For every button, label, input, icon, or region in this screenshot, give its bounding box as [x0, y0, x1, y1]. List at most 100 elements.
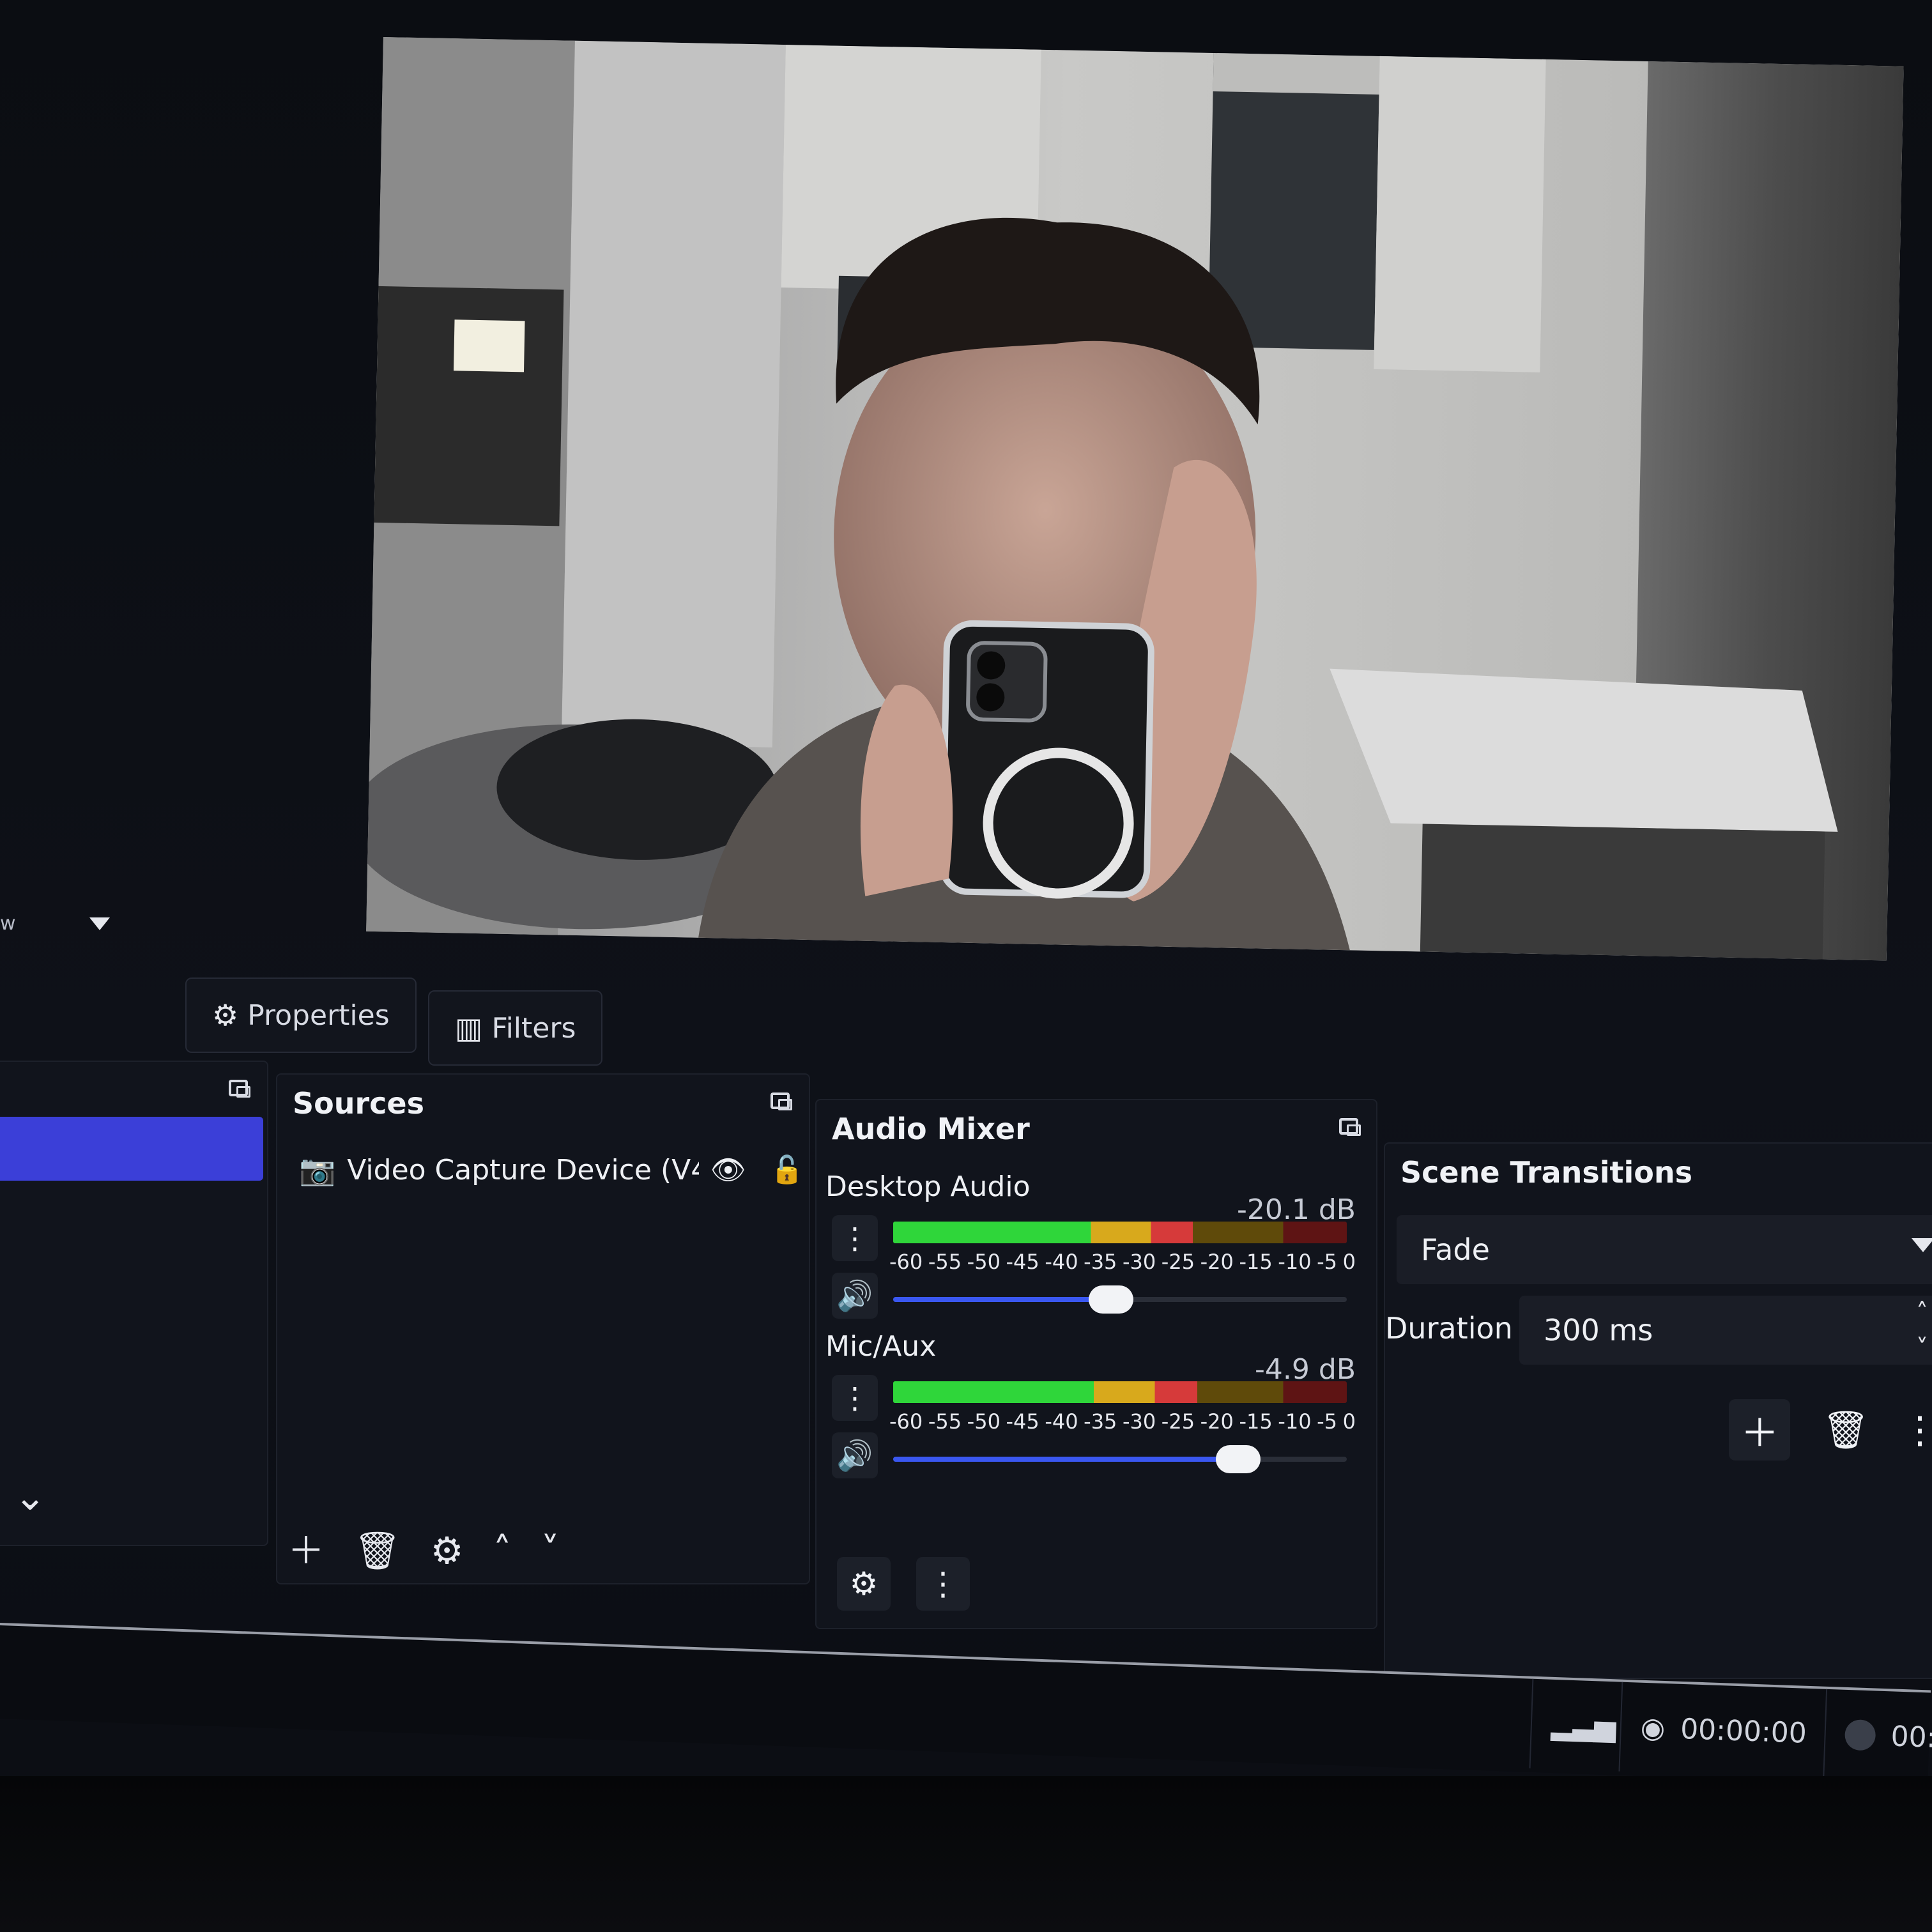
meter-scale: -60 -55 -50 -45 -40 -35 -30 -25 -20 -15 -10 -5 0: [889, 1250, 1356, 1274]
sources-toolbar: ＋ 🗑 ⚙ ˄ ˅: [288, 1532, 560, 1569]
advanced-audio-gear-icon[interactable]: ⚙: [837, 1557, 891, 1611]
scene-dropdown-arrow-icon[interactable]: [89, 917, 110, 930]
fader-knob[interactable]: [1215, 1445, 1261, 1473]
sources-title: Sources: [293, 1086, 425, 1121]
meter-scale: -60 -55 -50 -45 -40 -35 -30 -25 -20 -15 -10 -5 0: [889, 1409, 1356, 1434]
trash-icon[interactable]: 🗑: [1822, 1408, 1869, 1452]
laptop-bezel: [0, 1776, 1932, 1932]
meter-tick-label: -45: [1006, 1250, 1039, 1274]
meter-tick-label: -50: [967, 1409, 1000, 1434]
meter-tick-label: -10: [1278, 1409, 1312, 1434]
fader-knob[interactable]: [1088, 1285, 1133, 1314]
scene-transitions-title: Scene Transitions: [1400, 1155, 1692, 1190]
meter-tick-label: -15: [1239, 1409, 1273, 1434]
obs-window: w ⚙ Properties ▥ Filters ⌄ Sources 📷 Vid…: [0, 0, 1932, 1932]
meter-tick-label: -25: [1161, 1409, 1195, 1434]
duration-spinbox[interactable]: 300 ms ˄ ˅: [1519, 1296, 1932, 1365]
properties-label: Properties: [247, 999, 390, 1032]
add-source-button[interactable]: ＋: [288, 1532, 325, 1569]
move-up-icon[interactable]: ˄: [493, 1532, 512, 1569]
meter-tick-label: 0: [1342, 1409, 1356, 1434]
scene-item-selected[interactable]: [0, 1117, 263, 1181]
channel-menu-kebab-icon[interactable]: ⋮: [832, 1375, 878, 1421]
preview-canvas[interactable]: [366, 37, 1904, 961]
scene-transitions-dock: Scene Transitions Fade Duration 300 ms ˄…: [1384, 1142, 1932, 1679]
move-down-icon[interactable]: ˅: [541, 1532, 560, 1569]
duration-label: Duration: [1385, 1311, 1513, 1346]
record-status: 00:: [1823, 1689, 1932, 1782]
speaker-icon[interactable]: 🔊: [832, 1273, 878, 1319]
duration-value: 300 ms: [1544, 1313, 1653, 1347]
channel-name: Desktop Audio: [825, 1170, 1031, 1203]
channel-mic-aux: Mic/Aux -4.9 dB ⋮ 🔊 -60 -55 -50 -45 -40 -35 -3…: [825, 1330, 1368, 1490]
channel-menu-kebab-icon[interactable]: ⋮: [832, 1215, 878, 1261]
scenes-dock: ⌄: [0, 1061, 268, 1546]
meter-tick-label: -40: [1045, 1250, 1078, 1274]
channel-desktop-audio: Desktop Audio -20.1 dB ⋮ 🔊 -60 -55 -50 -45-…: [825, 1170, 1368, 1330]
transitions-toolbar: ＋ 🗑 ⋮: [1729, 1399, 1932, 1460]
mixer-menu-kebab-icon[interactable]: ⋮: [916, 1557, 970, 1611]
meter-tick-label: -5: [1317, 1250, 1338, 1274]
record-time: 00:: [1890, 1719, 1932, 1754]
volume-fader[interactable]: [893, 1445, 1347, 1473]
filter-icon: ▥: [455, 1011, 483, 1045]
meter-tick-label: -15: [1239, 1250, 1273, 1274]
webcam-preview-image: [366, 37, 1904, 961]
stream-status: ◉ 00:00:00: [1618, 1682, 1809, 1778]
meter-tick-label: -40: [1045, 1409, 1078, 1434]
meter-tick-label: -5: [1317, 1409, 1338, 1434]
move-down-icon[interactable]: ⌄: [14, 1475, 46, 1519]
source-properties-gear-icon[interactable]: ⚙: [431, 1532, 464, 1569]
meter-tick-label: -55: [928, 1409, 962, 1434]
record-dot-icon: [1844, 1719, 1876, 1751]
meter-level: [893, 1381, 1197, 1403]
meter-tick-label: -30: [1122, 1250, 1156, 1274]
properties-button[interactable]: ⚙ Properties: [185, 977, 417, 1053]
chevron-down-icon[interactable]: ˅: [1916, 1334, 1928, 1362]
sources-dock: Sources 📷 Video Capture Device (V4L2 👁 🔓…: [276, 1073, 810, 1584]
transition-value: Fade: [1421, 1232, 1490, 1267]
source-item[interactable]: 📷 Video Capture Device (V4L2 👁 🔓: [299, 1142, 804, 1197]
meter-tick-label: -35: [1084, 1250, 1117, 1274]
volume-fader[interactable]: [893, 1285, 1347, 1314]
meter-tick-label: -45: [1006, 1409, 1039, 1434]
scene-label-partial: w: [0, 912, 16, 935]
meter-tick-label: -25: [1161, 1250, 1195, 1274]
context-bar: ⚙ Properties ▥ Filters: [0, 971, 1932, 1066]
meter-tick-label: 0: [1342, 1250, 1356, 1274]
meter-tick-label: -50: [967, 1250, 1000, 1274]
speaker-icon[interactable]: 🔊: [832, 1432, 878, 1478]
visibility-eye-icon[interactable]: 👁: [710, 1153, 746, 1186]
gear-icon: ⚙: [212, 998, 239, 1032]
transition-select[interactable]: Fade: [1397, 1215, 1932, 1284]
stream-time: 00:00:00: [1680, 1712, 1807, 1750]
unlock-icon[interactable]: 🔓: [770, 1154, 804, 1186]
meter-tick-label: -55: [928, 1250, 962, 1274]
volume-meter: [893, 1222, 1347, 1243]
filters-label: Filters: [491, 1011, 576, 1045]
meter-tick-label: -20: [1200, 1409, 1234, 1434]
channel-name: Mic/Aux: [825, 1330, 937, 1363]
network-signal-icon: ▂▃▅: [1529, 1678, 1618, 1772]
meter-tick-label: -30: [1122, 1409, 1156, 1434]
trash-icon[interactable]: 🗑: [354, 1532, 401, 1569]
volume-meter: [893, 1381, 1347, 1403]
transition-menu-kebab-icon[interactable]: ⋮: [1901, 1408, 1932, 1452]
meter-tick-label: -35: [1084, 1409, 1117, 1434]
undock-icon[interactable]: [229, 1080, 250, 1098]
chevron-down-icon: [1912, 1238, 1932, 1252]
undock-icon[interactable]: [1339, 1118, 1361, 1136]
filters-button[interactable]: ▥ Filters: [428, 990, 603, 1066]
mixer-toolbar: ⚙ ⋮: [824, 1549, 1368, 1619]
meter-tick-label: -10: [1278, 1250, 1312, 1274]
chevron-up-icon[interactable]: ˄: [1916, 1298, 1928, 1326]
meter-tick-label: -60: [889, 1250, 923, 1274]
meter-tick-label: -60: [889, 1409, 923, 1434]
audio-mixer-dock: Audio Mixer Desktop Audio -20.1 dB ⋮ 🔊 -…: [815, 1099, 1377, 1629]
meter-level: [893, 1222, 1193, 1243]
meter-tick-label: -20: [1200, 1250, 1234, 1274]
undock-icon[interactable]: [770, 1092, 792, 1110]
audio-mixer-title: Audio Mixer: [832, 1112, 1030, 1146]
broadcast-icon: ◉: [1639, 1711, 1666, 1745]
add-transition-button[interactable]: ＋: [1729, 1399, 1791, 1460]
